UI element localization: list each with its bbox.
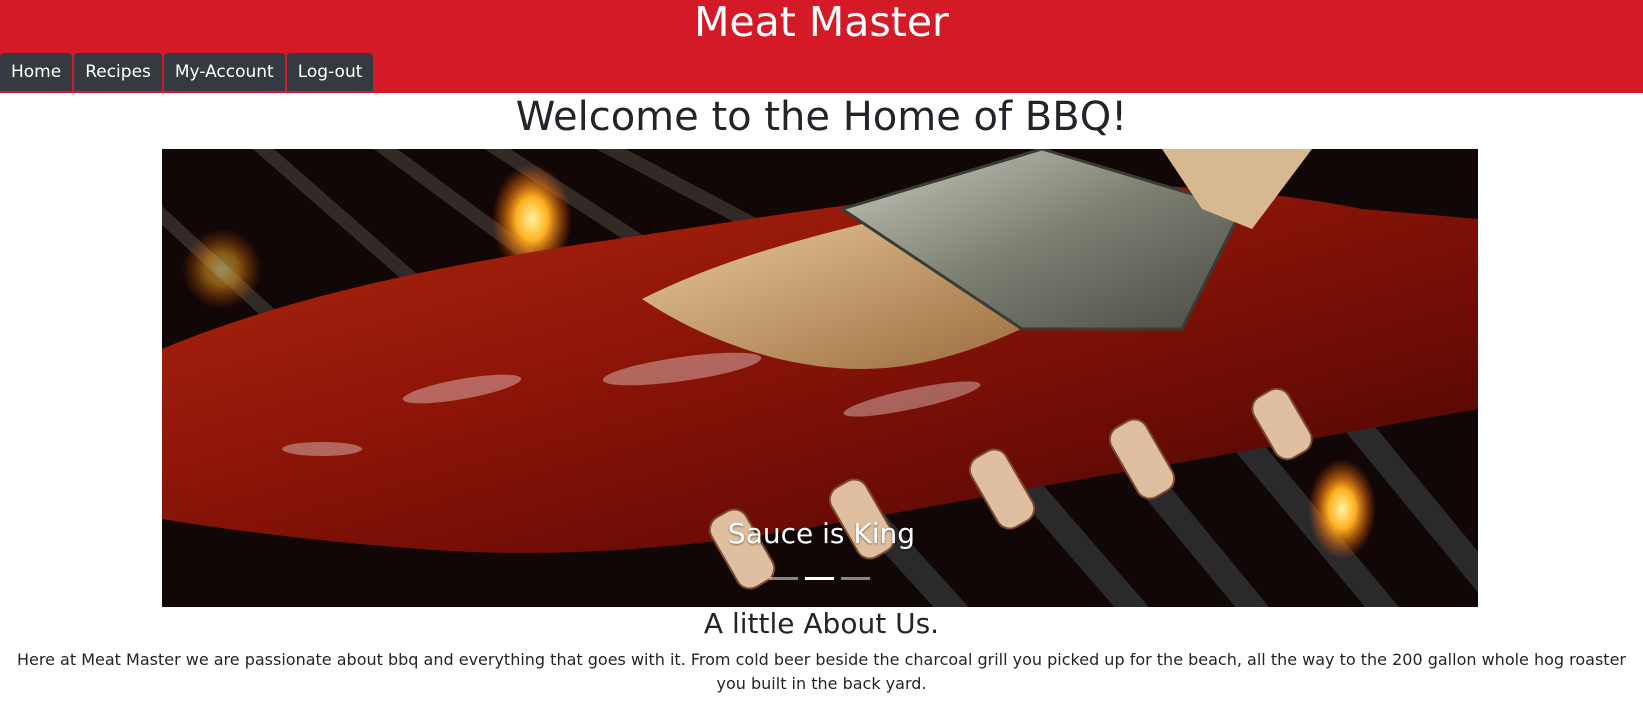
nav-item-recipes[interactable]: Recipes <box>74 53 162 91</box>
carousel-indicator-2[interactable] <box>805 577 834 580</box>
carousel-indicators <box>769 577 870 580</box>
nav-item-my-account[interactable]: My-Account <box>163 53 285 91</box>
carousel-indicator-1[interactable] <box>769 577 798 580</box>
about-text: Here at Meat Master we are passionate ab… <box>17 650 1626 693</box>
main-nav: Home Recipes My-Account Log-out <box>0 53 374 91</box>
site-header: Meat Master Home Recipes My-Account Log-… <box>0 0 1643 91</box>
nav-item-log-out[interactable]: Log-out <box>286 53 374 91</box>
site-title: Meat Master <box>694 0 949 46</box>
carousel-indicator-3[interactable] <box>841 577 870 580</box>
page-title: Welcome to the Home of BBQ! <box>515 94 1128 140</box>
carousel-caption: Sauce is King <box>727 517 916 550</box>
about-title: A little About Us. <box>703 607 940 640</box>
nav-item-home[interactable]: Home <box>0 53 73 91</box>
